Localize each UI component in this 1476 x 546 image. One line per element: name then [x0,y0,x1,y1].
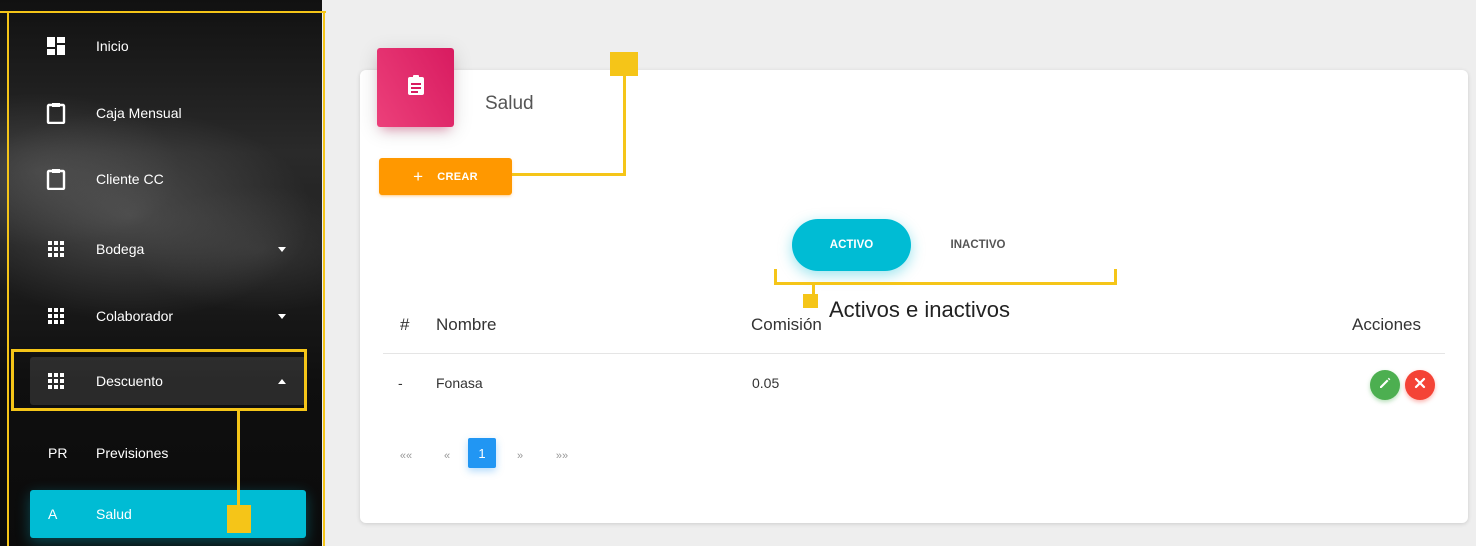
sidebar-item-colaborador[interactable]: Colaborador [30,292,306,340]
annotation-bracket [774,269,777,285]
sidebar: Inicio Caja Mensual Cliente CC Bodega Co… [0,0,322,546]
page-title: Salud [485,93,534,114]
sidebar-item-label: Colaborador [96,308,174,324]
grid-icon [44,304,68,328]
pagination-first[interactable]: «« [394,442,418,470]
annotation-highlight-descuento [11,349,307,411]
annotation-connector [237,411,240,505]
annotation-frame-left [7,11,9,546]
sidebar-subitem-salud[interactable]: A Salud [30,490,306,538]
tab-inactivo[interactable]: INACTIVO [920,219,1036,271]
tab-activo[interactable]: ACTIVO [792,219,911,271]
table-divider [383,353,1445,354]
sidebar-item-label: Bodega [96,241,145,257]
table-cell-nombre: Fonasa [436,375,483,391]
create-button-label: CREAR [437,170,478,183]
annotation-connector [623,73,626,176]
sidebar-item-label: Inicio [96,38,129,54]
annotation-bracket [774,282,1117,285]
sidebar-item-bodega[interactable]: Bodega [30,225,306,273]
sidebar-item-inicio[interactable]: Inicio [30,22,306,70]
pagination-last[interactable]: »» [550,442,574,470]
sidebar-item-label: Caja Mensual [96,105,182,121]
annotation-bracket [1114,269,1117,285]
create-button[interactable]: + CREAR [379,158,512,195]
annotation-frame-right [323,11,325,546]
dashboard-icon [44,34,68,58]
edit-button[interactable] [1370,370,1400,400]
table-header-acciones: Acciones [1352,315,1421,334]
table-header-nombre: Nombre [436,315,497,334]
pagination-next[interactable]: » [508,442,532,470]
card-header-icon [377,48,454,127]
pagination-page-current[interactable]: 1 [468,438,496,468]
annotation-marker [803,294,818,308]
clipboard-icon [44,167,68,191]
sidebar-item-cliente-cc[interactable]: Cliente CC [30,155,306,203]
pencil-icon [1378,376,1392,395]
plus-icon: + [413,167,424,186]
sidebar-subitem-mini: A [48,506,58,522]
sidebar-subitem-label: Salud [96,506,132,522]
grid-icon [44,237,68,261]
assignment-icon [407,74,425,101]
table-cell-comision: 0.05 [752,375,780,391]
sidebar-subitem-label: Previsiones [96,445,169,461]
sidebar-subitem-mini: PR [48,445,68,461]
sidebar-subitem-previsiones[interactable]: PR Previsiones [30,429,306,477]
table-header-index: # [400,315,410,334]
close-icon [1413,376,1427,395]
chevron-down-icon [278,313,286,319]
annotation-connector [512,173,626,176]
annotation-label: Activos e inactivos [829,297,1010,322]
annotation-frame-top [0,11,326,13]
table-cell-index: - [398,375,403,391]
chevron-down-icon [278,246,286,252]
sidebar-item-caja-mensual[interactable]: Caja Mensual [30,89,306,137]
sidebar-item-label: Cliente CC [96,171,164,187]
pagination-prev[interactable]: « [435,442,459,470]
annotation-marker [227,505,251,533]
clipboard-icon [44,101,68,125]
annotation-marker [610,52,638,76]
delete-button[interactable] [1405,370,1435,400]
table-header-comision: Comisión [751,315,822,334]
